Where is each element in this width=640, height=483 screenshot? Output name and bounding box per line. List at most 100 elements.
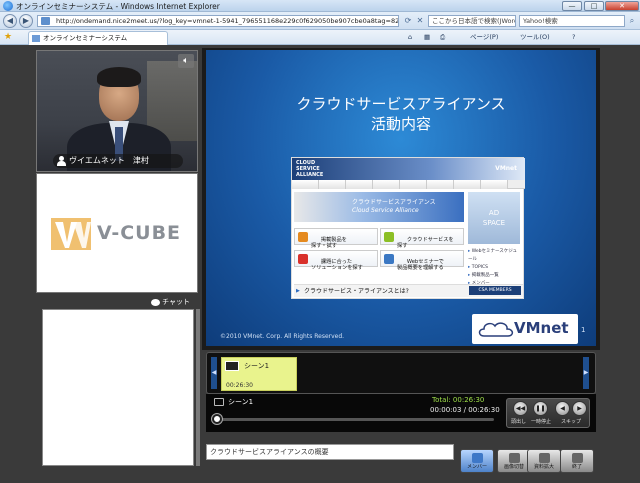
ie-logo-icon [3, 1, 13, 11]
slide-brand-text: VMnet [514, 319, 569, 337]
chat-label: チャット [162, 298, 190, 306]
feeds-icon[interactable]: ▦ [424, 32, 430, 43]
back-icon[interactable]: ◀ [3, 14, 17, 28]
speaker-name-label: ヴイエムネット 津村 [53, 154, 183, 168]
person-icon [57, 156, 66, 166]
site-banner: クラウドサービスアライアンス Cloud Service Alliance [294, 192, 464, 222]
slide-page-number: 1 [581, 326, 586, 334]
refresh-icon[interactable]: ⟳ [403, 16, 413, 26]
page-menu[interactable]: ページ(P) [470, 32, 498, 43]
site-ad-space: AD SPACE [468, 192, 520, 244]
jword-search-field[interactable]: ここから日本語で検索(JWord) [428, 15, 516, 27]
tab-bar: ★ オンラインセミナーシステム ⌂ ▦ ⎙ ページ(P) ツール(O) ? [0, 30, 640, 45]
card-text: 課題に合った ソリューションを探す [311, 259, 363, 271]
seek-knob[interactable] [211, 414, 222, 424]
total-time: Total: 00:26:30 [432, 396, 485, 404]
skip-back-button[interactable]: ◀ [555, 401, 570, 416]
close-button[interactable]: ✕ [605, 1, 639, 11]
site-card: Webセミナーで 製品概要を理解する [380, 250, 464, 271]
site-vmnet-logo: VMnet [495, 165, 517, 172]
vcube-logo-text: V-CUBE [97, 222, 182, 244]
stop-icon[interactable]: ✕ [415, 16, 425, 26]
timeline-next-icon[interactable]: ▶ [583, 357, 589, 389]
members-icon [472, 453, 483, 463]
card-icon [298, 254, 308, 264]
page-icon [41, 17, 50, 25]
side-link: 掲載製品一覧 [468, 272, 520, 280]
slide-copyright: ©2010 VMnet. Corp. All Rights Reserved. [220, 333, 345, 340]
site-side-links: Webセミナースケジュール TOPICS 掲載製品一覧 メンバー [468, 248, 520, 288]
tab-page-icon [32, 35, 40, 42]
members-label: メンバー [466, 464, 487, 470]
vcube-logo-panel: V-CUBE [36, 173, 198, 293]
exit-label: 終了 [571, 464, 582, 470]
search-icon[interactable]: ⌕ [627, 16, 637, 26]
scene-thumbnail [225, 361, 239, 371]
tab-online-seminar[interactable]: オンラインセミナーシステム [28, 31, 168, 45]
tab-title: オンラインセミナーシステム [43, 34, 128, 42]
home-icon[interactable]: ⌂ [408, 32, 412, 43]
yahoo-search-text: Yahoo!検索 [523, 17, 558, 25]
minimize-button[interactable]: — [562, 1, 582, 11]
chat-scrollbar[interactable] [196, 309, 200, 466]
card-icon [384, 254, 394, 264]
chat-header: チャット [36, 297, 198, 308]
forward-icon[interactable]: ▶ [19, 14, 33, 28]
site-card: 課題に合った ソリューションを探す [294, 250, 378, 271]
print-icon[interactable]: ⎙ [440, 32, 445, 43]
chat-bubble-icon [151, 298, 161, 306]
switch-image-icon [509, 453, 520, 463]
rewind-label: 頭出し [511, 419, 527, 425]
members-button[interactable]: メンバー [460, 449, 494, 473]
presentation-slide: クラウドサービスアライアンス 活動内容 CLOUD SERVICE ALLIAN… [206, 50, 596, 346]
rewind-button[interactable]: ◀◀ [513, 401, 528, 416]
scene-card[interactable]: シーン1 00:26:30 [221, 357, 297, 391]
switch-image-button[interactable]: 画像切替 [497, 449, 531, 473]
site-card: 掲載製品を 探す・試す [294, 228, 378, 249]
side-link: Webセミナースケジュール [468, 248, 520, 264]
chat-tab[interactable]: チャット [151, 297, 190, 308]
folder-icon [214, 398, 224, 406]
play-panel: ◀◀ ❚❚ ◀ ▶ 頭出し 一時停止 スキップ [506, 398, 590, 428]
url-field[interactable]: http://ondemand.nice2meet.us/?log_key=vm… [37, 15, 399, 27]
playback-controls: シーン1 Total: 00:26:30 00:00:03 / 00:26:30… [206, 394, 596, 432]
switch-image-label: 画像切替 [503, 464, 524, 470]
scene-timeline: ◀ シーン1 00:26:30 ▶ [206, 352, 596, 394]
site-banner-jp: クラウドサービスアライアンス [352, 199, 436, 206]
scene-card-time: 00:26:30 [226, 382, 253, 389]
card-text: 掲載製品を 探す・試す [311, 237, 347, 249]
favorites-star-icon[interactable]: ★ [4, 32, 12, 42]
timeline-prev-icon[interactable]: ◀ [211, 357, 217, 389]
tools-menu[interactable]: ツール(O) [520, 32, 550, 43]
cloud-icon [478, 322, 514, 337]
speaker-volume-icon[interactable]: 🔈︎ [178, 54, 194, 68]
scene-card-title: シーン1 [244, 362, 270, 370]
seek-track[interactable] [216, 418, 494, 421]
jword-search-text: ここから日本語で検索(JWord) [432, 17, 516, 25]
site-nav [292, 180, 525, 189]
zoom-document-label: 資料拡大 [533, 464, 554, 470]
address-bar: ◀ ▶ http://ondemand.nice2meet.us/?log_ke… [0, 12, 640, 30]
exit-icon [572, 453, 583, 463]
skip-forward-button[interactable]: ▶ [572, 401, 587, 416]
url-text: http://ondemand.nice2meet.us/?log_key=vm… [56, 17, 399, 25]
vcube-logo-icon [51, 218, 91, 250]
pause-button[interactable]: ❚❚ [533, 401, 548, 416]
exit-button[interactable]: 終了 [560, 449, 594, 473]
slide-caption: クラウドサービスアライアンスの概要 [206, 444, 454, 460]
maximize-button[interactable]: □ [584, 1, 604, 11]
site-card: クラウドサービスを 探す [380, 228, 464, 249]
site-banner-en: Cloud Service Alliance [352, 207, 419, 214]
slide-vmnet-logo: VMnet [472, 314, 578, 344]
card-icon [298, 232, 308, 242]
pause-label: 一時停止 [531, 419, 552, 425]
chat-log[interactable] [42, 309, 194, 466]
help-icon[interactable]: ? [572, 32, 575, 43]
card-text: クラウドサービスを 探す [397, 237, 454, 249]
site-header: CLOUD SERVICE ALLIANCE VMnet [292, 158, 525, 180]
yahoo-search-field[interactable]: Yahoo!検索 [519, 15, 625, 27]
window-title: オンラインセミナーシステム - Windows Internet Explore… [16, 2, 220, 11]
window-titlebar: オンラインセミナーシステム - Windows Internet Explore… [0, 0, 640, 12]
speaker-name: ヴイエムネット 津村 [69, 156, 149, 165]
zoom-document-button[interactable]: 資料拡大 [527, 449, 561, 473]
